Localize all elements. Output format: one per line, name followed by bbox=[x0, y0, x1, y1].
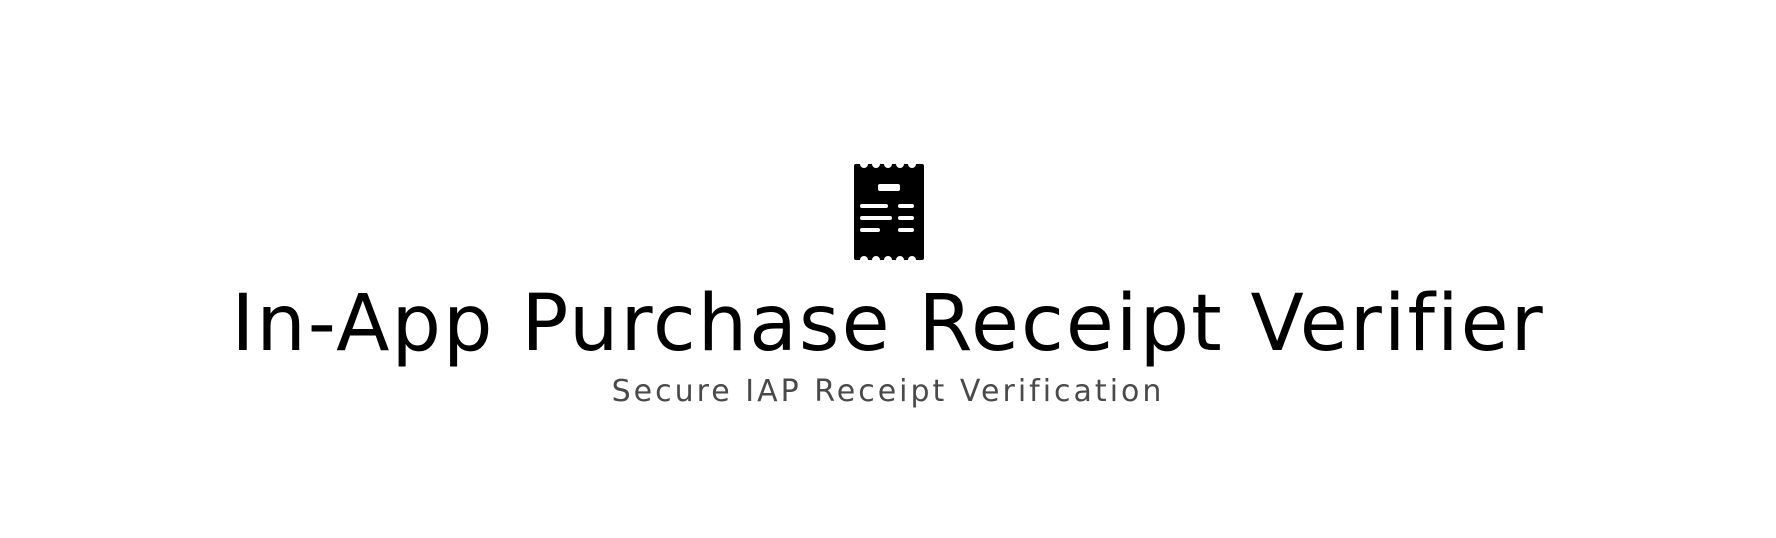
hero-header: In-App Purchase Receipt Verifier Secure … bbox=[0, 0, 1776, 538]
receipt-icon bbox=[852, 164, 926, 260]
page-title: In-App Purchase Receipt Verifier bbox=[231, 279, 1545, 369]
page-subtitle: Secure IAP Receipt Verification bbox=[611, 374, 1165, 409]
